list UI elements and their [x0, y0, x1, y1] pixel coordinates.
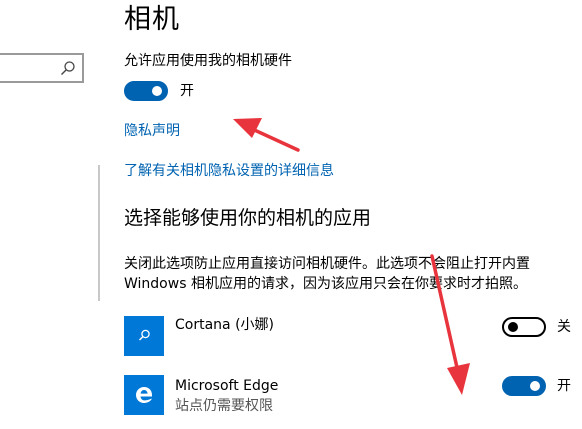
learn-more-link[interactable]: 了解有关相机隐私设置的详细信息: [124, 161, 334, 181]
toggle-knob: [152, 86, 162, 96]
camera-access-toggle-state: 开: [180, 83, 194, 99]
edge-icon: [136, 387, 152, 403]
apps-section-description: 关闭此选项防止应用直接访问相机硬件。此选项不会阻止打开内置 Windows 相机…: [124, 254, 574, 294]
edge-toggle-state: 开: [557, 378, 571, 394]
edge-app-subtitle: 站点仍需要权限: [175, 398, 273, 414]
toggle-knob: [508, 322, 518, 332]
privacy-statement-link[interactable]: 隐私声明: [124, 121, 180, 141]
search-box[interactable]: [0, 53, 84, 83]
apps-section-title: 选择能够使用你的相机的应用: [124, 207, 372, 229]
description-line-1: 关闭此选项防止应用直接访问相机硬件。此选项不会阻止打开内置: [124, 256, 530, 272]
camera-access-label: 允许应用使用我的相机硬件: [124, 53, 292, 69]
page-title: 相机: [124, 4, 180, 35]
description-line-2: Windows 相机应用的请求，因为该应用只会在你要求时才拍照。: [124, 276, 527, 292]
edge-app-icon: [124, 375, 164, 415]
cortana-app-name: Cortana (小娜): [175, 317, 274, 333]
search-icon: [60, 60, 76, 76]
nav-scrollbar[interactable]: [98, 165, 100, 301]
annotation-arrow-toggle: [233, 118, 300, 152]
search-icon: [139, 329, 150, 341]
cortana-camera-toggle[interactable]: [502, 317, 546, 337]
edge-camera-toggle[interactable]: [502, 376, 546, 396]
edge-app-name: Microsoft Edge: [175, 378, 279, 394]
cortana-app-icon: [124, 316, 164, 356]
camera-access-toggle[interactable]: [124, 81, 168, 101]
cortana-toggle-state: 关: [557, 319, 571, 335]
toggle-knob: [530, 381, 540, 391]
